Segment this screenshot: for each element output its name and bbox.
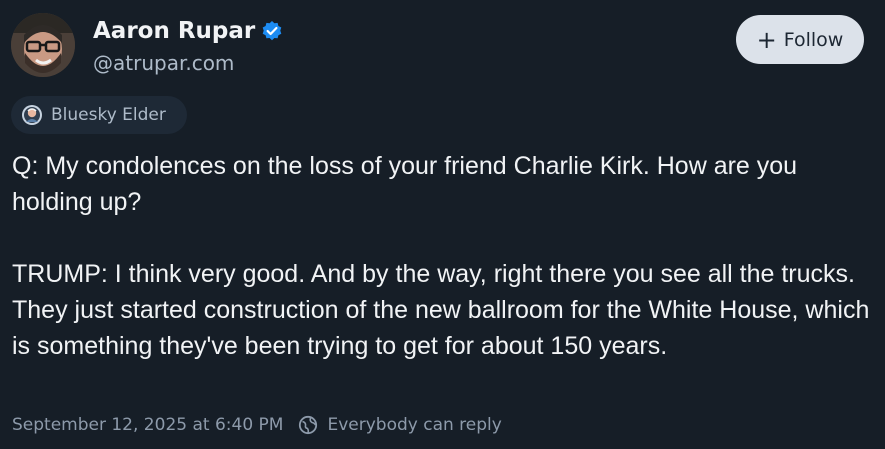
post-timestamp[interactable]: September 12, 2025 at 6:40 PM (12, 415, 283, 435)
elder-badge[interactable]: Bluesky Elder (11, 96, 187, 134)
avatar-image (11, 13, 75, 77)
author-handle[interactable]: @atrupar.com (93, 49, 234, 77)
author-name-row[interactable]: Aaron Rupar (93, 16, 283, 46)
avatar[interactable] (11, 13, 75, 77)
globe-reply-icon (298, 415, 318, 435)
elder-badge-icon (21, 104, 43, 126)
author-name[interactable]: Aaron Rupar (93, 16, 255, 46)
badge-label: Bluesky Elder (51, 105, 166, 125)
follow-button[interactable]: + Follow (736, 15, 864, 64)
post-meta: September 12, 2025 at 6:40 PM Everybody … (12, 415, 502, 435)
reply-setting: Everybody can reply (327, 415, 502, 435)
post-text: Q: My condolences on the loss of your fr… (12, 152, 870, 360)
follow-button-label: Follow (783, 28, 844, 51)
plus-icon: + (756, 25, 777, 54)
verified-check-icon[interactable] (261, 20, 283, 42)
